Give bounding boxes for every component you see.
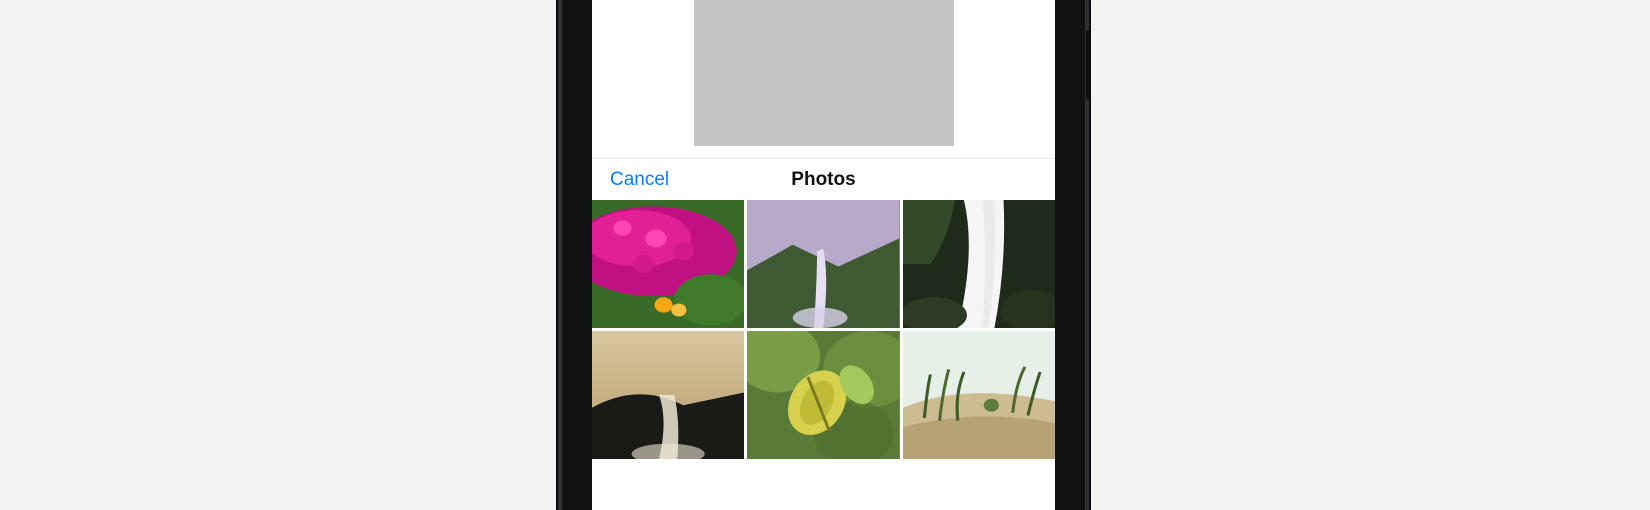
photo-thumbnail[interactable] [592,331,744,459]
preview-placeholder [694,0,954,146]
photo-thumbnail[interactable] [747,200,899,328]
photo-thumbnail[interactable] [747,331,899,459]
photo-grid [592,200,1055,510]
waterfall-rocks-icon [903,200,1055,328]
photo-thumbnail[interactable] [903,200,1055,328]
waterfall-sunset-icon [592,331,744,459]
dune-grass-icon [903,331,1055,459]
stage: Cancel Photos [0,0,1650,510]
leaves-icon [747,331,899,459]
flower-icon [592,200,744,328]
photo-thumbnail[interactable] [592,200,744,328]
phone-screen: Cancel Photos [592,0,1055,510]
photo-picker-header: Cancel Photos [592,158,1055,200]
photo-thumbnail[interactable] [903,331,1055,459]
phone-frame: Cancel Photos [562,0,1085,510]
cancel-button[interactable]: Cancel [610,159,669,201]
preview-area [592,0,1055,158]
waterfall-icon [747,200,899,328]
